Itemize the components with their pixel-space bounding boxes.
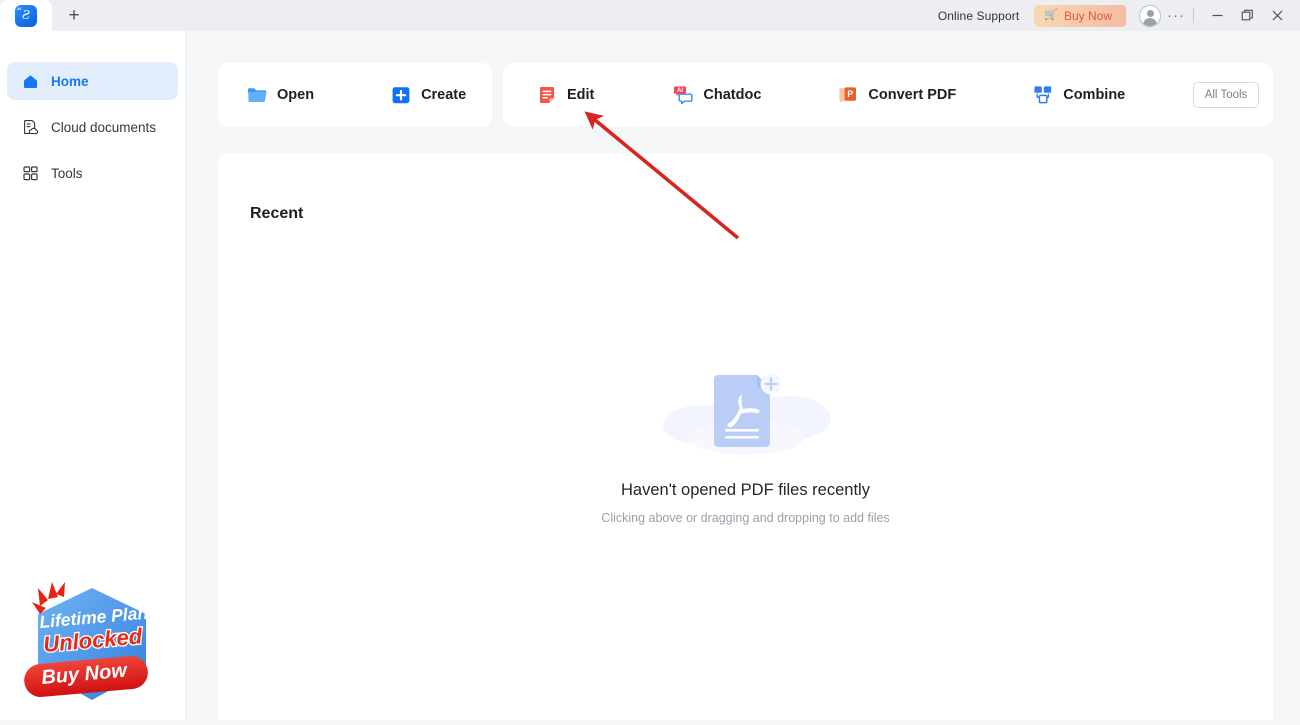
app-tab[interactable]: AI Ƨ (0, 0, 52, 31)
all-tools-button[interactable]: All Tools (1193, 82, 1259, 108)
close-icon (1272, 10, 1282, 21)
svg-text:AI: AI (677, 87, 683, 94)
avatar-body (1143, 17, 1157, 26)
sidebar-item-tools-label: Tools (51, 165, 83, 181)
open-button[interactable]: Open (238, 73, 322, 117)
edit-label: Edit (567, 87, 595, 103)
open-label: Open (277, 87, 315, 103)
sidebar-item-cloud-documents-label: Cloud documents (51, 119, 157, 135)
titlebar-divider (1193, 8, 1194, 23)
edit-button[interactable]: Edit (528, 73, 602, 117)
plus-square-icon (390, 84, 412, 106)
sidebar-item-home[interactable]: Home (7, 62, 178, 100)
promo-badge-buy-now[interactable]: Lifetime Plan Unlocked Buy Now (18, 580, 166, 708)
pdf-add-file-icon (651, 363, 841, 459)
main-content: Open Create Edit AI Chatdoc P Convert PD… (186, 31, 1300, 720)
new-tab-button[interactable]: + (52, 0, 96, 31)
convert-pdf-label: Convert PDF (868, 87, 957, 103)
titlebar-right-controls: Online Support 🛒 Buy Now ··· (938, 0, 1300, 31)
combine-button[interactable]: Combine (1024, 73, 1133, 117)
sidebar-item-home-label: Home (51, 73, 89, 89)
title-bar: AI Ƨ + Online Support 🛒 Buy Now ··· (0, 0, 1300, 31)
buy-now-label: Buy Now (1063, 8, 1112, 23)
minimize-button[interactable] (1202, 3, 1232, 29)
tab-strip: AI Ƨ + (0, 0, 96, 31)
minimize-icon (1212, 14, 1222, 17)
avatar-head (1146, 9, 1154, 17)
combine-label: Combine (1063, 87, 1126, 103)
svg-text:P: P (848, 89, 854, 99)
more-options-icon[interactable]: ··· (1163, 4, 1189, 28)
chatdoc-button[interactable]: AI Chatdoc (664, 73, 769, 117)
sidebar-item-tools[interactable]: Tools (7, 154, 178, 192)
close-button[interactable] (1262, 3, 1292, 29)
user-avatar-icon[interactable] (1139, 4, 1161, 27)
toolbar: Open Create Edit AI Chatdoc P Convert PD… (218, 63, 1273, 127)
shopping-cart-icon: 🛒 (1044, 9, 1058, 21)
app-logo-ai-badge: AI (17, 5, 21, 11)
create-label: Create (421, 87, 467, 103)
cloud-document-icon (22, 119, 39, 136)
toolbar-group-secondary: Edit AI Chatdoc P Convert PDF Combine Al… (503, 63, 1273, 127)
toolbar-group-primary: Open Create (218, 63, 492, 127)
chatdoc-label: Chatdoc (703, 87, 762, 103)
buy-now-button[interactable]: 🛒 Buy Now (1034, 4, 1126, 27)
convert-pdf-button[interactable]: P Convert PDF (829, 73, 964, 117)
folder-icon (246, 84, 268, 106)
convert-pdf-icon: P (837, 84, 859, 106)
empty-state-subtitle: Clicking above or dragging and dropping … (601, 511, 890, 525)
restore-window-icon (1241, 9, 1253, 21)
sidebar-item-cloud-documents[interactable]: Cloud documents (7, 108, 178, 146)
sidebar: Home Cloud documents Tools Lifetime Plan… (0, 31, 186, 720)
maximize-button[interactable] (1232, 3, 1262, 29)
online-support-link[interactable]: Online Support (938, 9, 1019, 23)
app-logo-glyph: Ƨ (22, 7, 30, 23)
empty-state: Haven't opened PDF files recently Clicki… (218, 363, 1273, 525)
create-button[interactable]: Create (382, 73, 474, 117)
recent-panel: Recent Haven't opened PDF files recently… (218, 153, 1273, 720)
ai-chat-icon: AI (672, 84, 694, 106)
home-icon (22, 73, 39, 90)
grid-tools-icon (22, 165, 39, 182)
recent-title: Recent (250, 205, 304, 222)
edit-document-icon (536, 84, 558, 106)
combine-icon (1032, 84, 1054, 106)
app-logo-icon: AI Ƨ (15, 4, 37, 27)
empty-state-title: Haven't opened PDF files recently (621, 481, 870, 499)
